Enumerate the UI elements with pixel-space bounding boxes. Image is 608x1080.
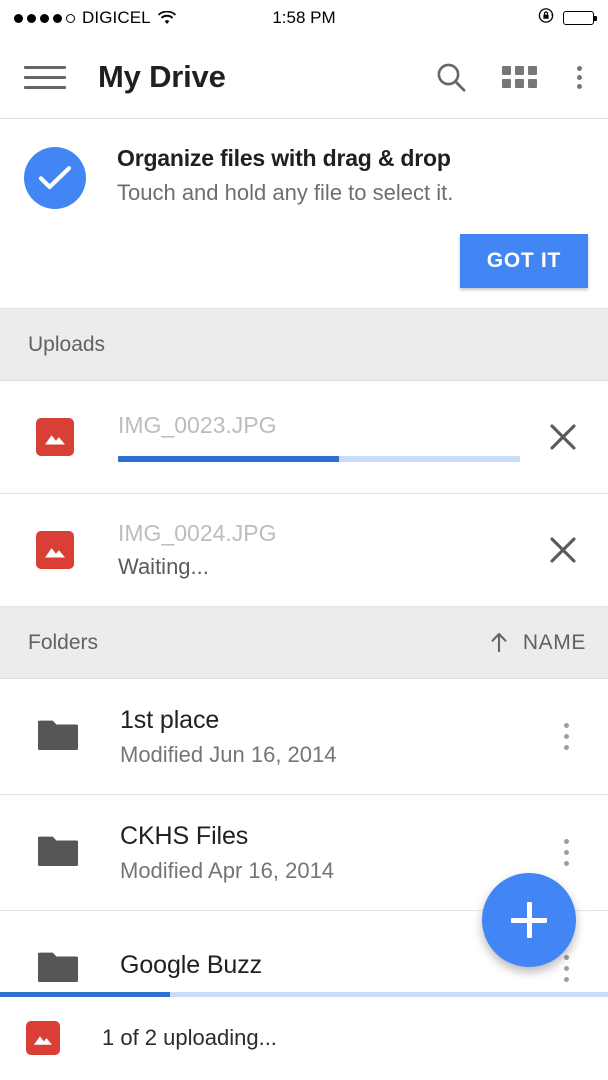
- promo-text-block: Organize files with drag & drop Touch an…: [117, 143, 453, 206]
- folder-icon: [38, 719, 78, 755]
- uploads-section-header: Uploads: [0, 309, 608, 381]
- sort-by-name-control[interactable]: NAME: [489, 631, 586, 655]
- got-it-button[interactable]: GOT IT: [459, 234, 588, 288]
- upload-info: IMG_0023.JPG: [118, 412, 540, 462]
- promo-content: Organize files with drag & drop Touch an…: [24, 143, 588, 209]
- upload-status-bar[interactable]: 1 of 2 uploading...: [0, 992, 608, 1080]
- overall-upload-progress-fill: [0, 992, 171, 997]
- promo-subtitle: Touch and hold any file to select it.: [117, 180, 454, 205]
- folders-section-label: Folders: [28, 630, 99, 654]
- folder-list: 1st place Modified Jun 16, 2014 CKHS Fil…: [0, 679, 608, 1027]
- status-bar-right: [538, 7, 597, 29]
- promo-title: Organize files with drag & drop: [117, 145, 451, 171]
- wifi-icon: [157, 11, 176, 25]
- folders-section-header: Folders NAME: [0, 607, 608, 679]
- add-new-fab[interactable]: [482, 873, 576, 967]
- upload-info: IMG_0024.JPG Waiting...: [118, 520, 540, 580]
- table-row[interactable]: 1st place Modified Jun 16, 2014: [0, 679, 608, 795]
- signal-dot-empty: [66, 13, 75, 23]
- close-icon[interactable]: [540, 414, 586, 460]
- upload-row[interactable]: IMG_0023.JPG: [0, 381, 608, 494]
- battery-icon: [563, 11, 597, 25]
- more-vertical-icon[interactable]: [546, 839, 586, 866]
- plus-icon: [511, 902, 547, 938]
- rotation-lock-icon: [538, 7, 555, 29]
- folder-modified-date: Modified Jun 16, 2014: [120, 741, 337, 767]
- search-icon[interactable]: [434, 60, 468, 94]
- arrow-up-icon: [489, 631, 509, 655]
- folder-name: 1st place: [120, 705, 220, 734]
- app-bar-actions: [434, 60, 588, 94]
- carrier-name: DIGICEL: [82, 8, 151, 27]
- folder-icon: [38, 835, 78, 871]
- signal-strength-dots: [14, 13, 75, 23]
- signal-dot: [53, 13, 62, 23]
- signal-dot: [27, 13, 36, 23]
- image-file-icon: [26, 1021, 60, 1055]
- grid-view-icon[interactable]: [502, 66, 537, 88]
- upload-file-name: IMG_0023.JPG: [118, 412, 277, 438]
- image-file-icon: [36, 418, 74, 456]
- folder-info: 1st place Modified Jun 16, 2014: [120, 706, 546, 768]
- promo-actions: GOT IT: [24, 234, 588, 288]
- uploads-section-label: Uploads: [28, 332, 106, 356]
- drive-screen: DIGICEL 1:58 PM My Drive Organize files …: [0, 0, 608, 1080]
- upload-status-text: 1 of 2 uploading...: [102, 1025, 277, 1050]
- upload-progress-bar: [118, 456, 520, 462]
- signal-dot: [40, 13, 49, 23]
- hamburger-menu-icon[interactable]: [24, 62, 66, 92]
- page-title: My Drive: [98, 59, 226, 94]
- folder-name: Google Buzz: [120, 950, 263, 979]
- folder-info: Google Buzz: [120, 951, 546, 987]
- more-vertical-icon[interactable]: [571, 62, 588, 93]
- upload-progress-fill: [118, 456, 340, 462]
- signal-dot: [14, 13, 23, 23]
- more-vertical-icon[interactable]: [546, 723, 586, 750]
- check-circle-icon: [24, 147, 86, 209]
- folder-name: CKHS Files: [120, 821, 249, 850]
- overall-upload-progress-bar: [0, 992, 608, 997]
- image-file-icon: [36, 531, 74, 569]
- sort-label: NAME: [522, 630, 586, 654]
- upload-file-name: IMG_0024.JPG: [118, 520, 277, 546]
- close-icon[interactable]: [540, 527, 586, 573]
- folder-info: CKHS Files Modified Apr 16, 2014: [120, 822, 546, 884]
- app-bar: My Drive: [0, 36, 608, 119]
- ios-status-bar: DIGICEL 1:58 PM: [0, 0, 608, 36]
- folder-icon: [38, 951, 78, 987]
- status-bar-left: DIGICEL: [14, 8, 176, 28]
- upload-status-text: Waiting...: [118, 554, 209, 579]
- promo-banner: Organize files with drag & drop Touch an…: [0, 119, 608, 309]
- upload-row[interactable]: IMG_0024.JPG Waiting...: [0, 494, 608, 607]
- folder-modified-date: Modified Apr 16, 2014: [120, 857, 335, 883]
